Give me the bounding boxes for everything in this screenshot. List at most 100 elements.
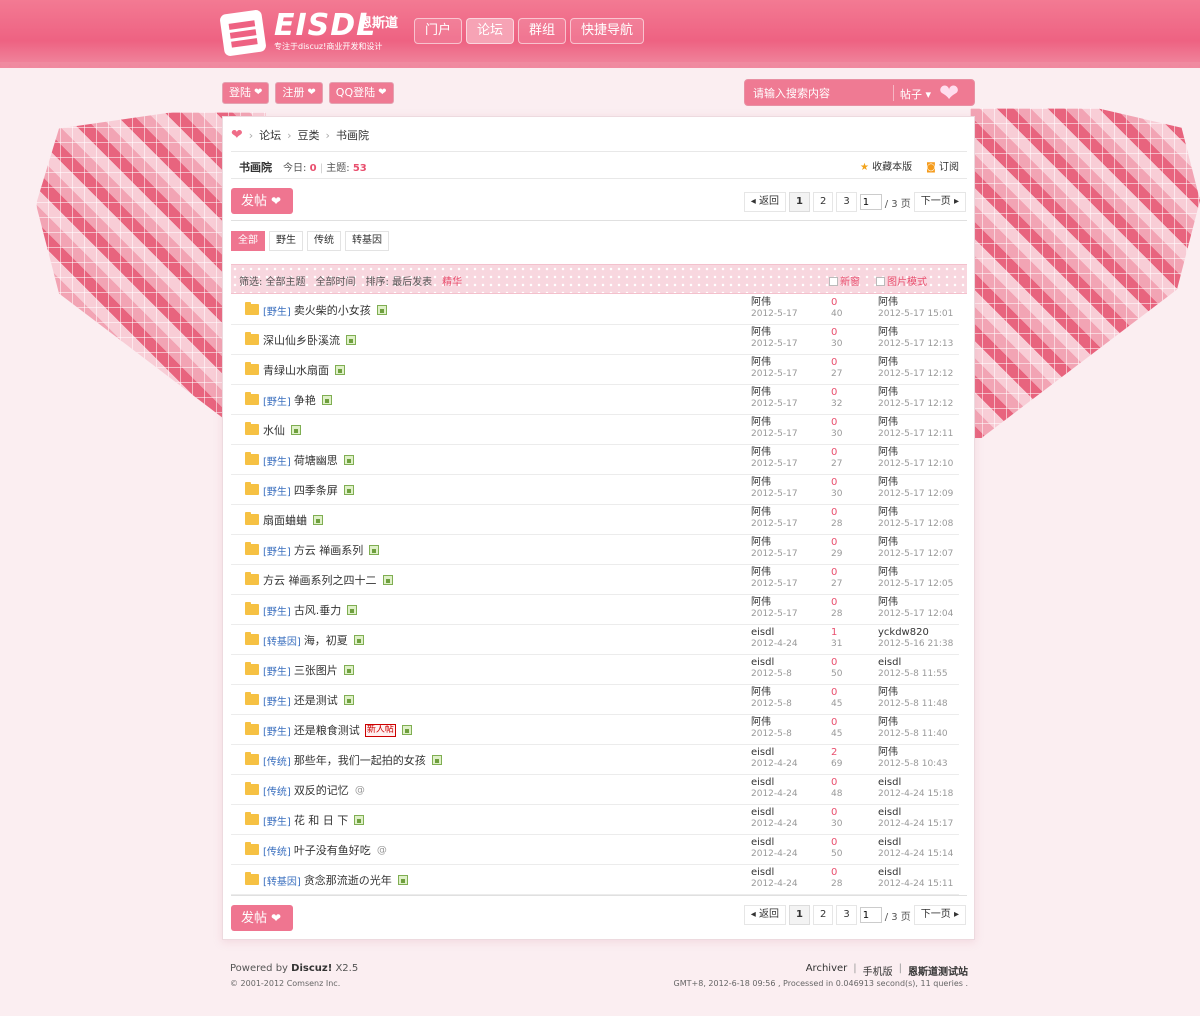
login-button[interactable]: 登陆 ❤ [222,82,270,104]
nav-group[interactable]: 群组 [518,18,567,44]
last-poster[interactable]: 阿伟 [878,717,898,728]
last-poster[interactable]: 阿伟 [878,567,898,578]
author-name[interactable]: eisdl [751,807,774,818]
last-poster[interactable]: 阿伟 [878,297,898,308]
last-poster[interactable]: 阿伟 [878,537,898,548]
thread-row[interactable]: [野生] 四季条屏 阿伟 2012-5-17 0 30 阿伟 2012-5-17 12:09 [231,475,959,505]
last-poster[interactable]: 阿伟 [878,357,898,368]
last-post-time[interactable]: 2012-5-17 12:08 [878,519,953,529]
last-poster[interactable]: eisdl [878,777,901,788]
thread-row[interactable]: [传统] 双反的记忆 @ eisdl 2012-4-24 0 48 eisdl 2012-4-2… [231,775,959,805]
thread-category[interactable]: [传统] [263,753,291,768]
thread-row[interactable]: 深山仙乡卧溪流 阿伟 2012-5-17 0 30 阿伟 2012-5-17 12:13 [231,325,959,355]
last-post-time[interactable]: 2012-5-16 21:38 [878,639,953,649]
thread-category[interactable]: [野生] [263,483,291,498]
thread-category[interactable]: [转基因] [263,873,301,888]
last-post-time[interactable]: 2012-5-8 11:40 [878,729,948,739]
thread-title[interactable]: 还是粮食测试 [294,722,360,738]
last-post-time[interactable]: 2012-5-17 12:04 [878,609,953,619]
thread-category[interactable]: [传统] [263,783,291,798]
subscribe-button[interactable]: ◙ 订阅 [926,158,959,173]
thread-category[interactable]: [野生] [263,663,291,678]
search-input[interactable] [753,84,893,102]
last-post-time[interactable]: 2012-5-8 10:43 [878,759,948,769]
thread-row[interactable]: 青绿山水扇面 阿伟 2012-5-17 0 27 阿伟 2012-5-17 12:12 [231,355,959,385]
last-poster[interactable]: eisdl [878,657,901,668]
qq-login-button[interactable]: QQ登陆 ❤ [328,82,394,104]
register-button[interactable]: 注册 ❤ [275,82,323,104]
last-post-time[interactable]: 2012-5-17 12:05 [878,579,953,589]
thread-row[interactable]: 方云 禅画系列之四十二 阿伟 2012-5-17 0 27 阿伟 2012-5-17 12:… [231,565,959,595]
thread-title[interactable]: 海，初夏 [304,632,348,648]
pager-next-button[interactable]: 下一页 ▸ [913,192,966,212]
thread-row[interactable]: [野生] 三张图片 eisdl 2012-5-8 0 50 eisdl 2012-5-8 11… [231,655,959,685]
last-post-time[interactable]: 2012-5-17 12:13 [878,339,953,349]
last-poster[interactable]: eisdl [878,867,901,878]
last-poster[interactable]: 阿伟 [878,387,898,398]
thread-row[interactable]: [野生] 花 和 日 下 eisdl 2012-4-24 0 30 eisdl 2012-4-… [231,805,959,835]
thread-title[interactable]: 卖火柴的小女孩 [294,302,371,318]
footer-link-archiver[interactable]: Archiver [806,963,848,978]
thread-category[interactable]: [野生] [263,453,291,468]
thread-title[interactable]: 争艳 [294,392,316,408]
pager-back-button[interactable]: ◂ 返回 [743,192,786,212]
thread-category[interactable]: [野生] [263,723,291,738]
last-post-time[interactable]: 2012-5-17 12:12 [878,399,953,409]
thread-row[interactable]: 扇面蛐蛐 阿伟 2012-5-17 0 28 阿伟 2012-5-17 12:08 [231,505,959,535]
thread-title[interactable]: 青绿山水扇面 [263,362,329,378]
last-poster[interactable]: 阿伟 [878,687,898,698]
last-post-time[interactable]: 2012-5-17 15:01 [878,309,953,319]
thread-title[interactable]: 叶子没有鱼好吃 [294,842,371,858]
last-poster[interactable]: 阿伟 [878,477,898,488]
pager-page-2[interactable]: 2 [812,192,834,212]
filter-digest[interactable]: 精华 [442,273,462,288]
last-poster[interactable]: 阿伟 [878,747,898,758]
thread-title[interactable]: 三张图片 [294,662,338,678]
tab-wild[interactable]: 野生 [269,231,303,251]
last-poster[interactable]: 阿伟 [878,507,898,518]
last-poster[interactable]: 阿伟 [878,417,898,428]
search-type-dropdown[interactable]: 帖子 ▾ [900,86,931,102]
thread-category[interactable]: [传统] [263,843,291,858]
last-post-time[interactable]: 2012-4-24 15:17 [878,819,953,829]
thread-category[interactable]: [野生] [263,303,291,318]
discuz-link[interactable]: Discuz! [291,963,332,974]
last-poster[interactable]: 阿伟 [878,597,898,608]
thread-row[interactable]: [野生] 方云 禅画系列 阿伟 2012-5-17 0 29 阿伟 2012-5-17 12:… [231,535,959,565]
author-name[interactable]: eisdl [751,627,774,638]
thread-row[interactable]: [传统] 那些年，我们一起拍的女孩 eisdl 2012-4-24 2 69 阿伟 2012-… [231,745,959,775]
pager-jump-input[interactable] [859,194,882,210]
author-name[interactable]: eisdl [751,777,774,788]
pager-page-3[interactable]: 3 [836,192,857,212]
thread-row[interactable]: [野生] 还是粮食测试 新人帖 阿伟 2012-5-8 0 45 阿伟 2012-5-8 11:… [231,715,959,745]
pager-back-button[interactable]: ◂ 返回 [743,905,786,925]
thread-title[interactable]: 水仙 [263,422,285,438]
last-poster[interactable]: 阿伟 [878,327,898,338]
pager-page-2[interactable]: 2 [812,905,834,925]
pager-page-1[interactable]: 1 [788,192,810,212]
breadcrumb-board[interactable]: 书画院 [336,127,369,143]
breadcrumb-forum[interactable]: 论坛 [259,127,281,143]
thread-title[interactable]: 古风.垂力 [294,602,342,618]
tab-gmo[interactable]: 转基因 [345,231,389,251]
last-post-time[interactable]: 2012-5-17 12:11 [878,429,953,439]
thread-category[interactable]: [野生] [263,603,291,618]
author-name[interactable]: 阿伟 [751,597,771,608]
pager-page-1[interactable]: 1 [788,905,810,925]
author-name[interactable]: 阿伟 [751,687,771,698]
thread-category[interactable]: [野生] [263,543,291,558]
thread-category[interactable]: [转基因] [263,633,301,648]
author-name[interactable]: 阿伟 [751,567,771,578]
filter-time[interactable]: 全部时间 [316,273,356,288]
breadcrumb-category[interactable]: 豆类 [298,127,320,143]
author-name[interactable]: 阿伟 [751,537,771,548]
pager-jump-input[interactable] [859,907,882,923]
author-name[interactable]: 阿伟 [751,447,771,458]
nav-forum[interactable]: 论坛 [466,18,515,44]
thread-title[interactable]: 那些年，我们一起拍的女孩 [294,752,426,768]
pager-next-button[interactable]: 下一页 ▸ [913,905,966,925]
filter-sort[interactable]: 排序: 最后发表 [366,273,433,288]
image-mode-toggle[interactable]: 图片模式 [876,273,927,288]
thread-title[interactable]: 贪念那流逝の光年 [304,872,392,888]
pager-page-3[interactable]: 3 [836,905,857,925]
